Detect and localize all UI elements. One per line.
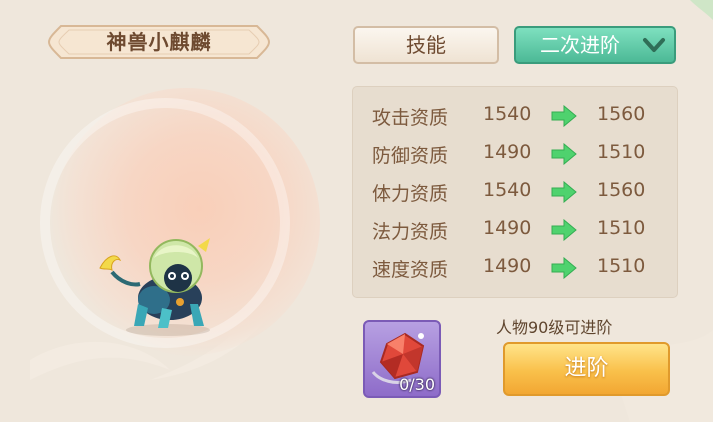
arrow-right-icon bbox=[551, 105, 577, 127]
stat-current-value: 1490 bbox=[483, 217, 532, 239]
stat-row-stamina: 体力资质 1540 1560 bbox=[353, 177, 679, 207]
arrow-right-icon bbox=[551, 143, 577, 165]
stat-label: 法力资质 bbox=[372, 221, 449, 243]
pet-qilin-figure bbox=[99, 238, 210, 336]
stat-next-value: 1510 bbox=[597, 217, 646, 239]
advance-stage-dropdown[interactable]: 二次进阶 bbox=[514, 26, 676, 64]
stats-comparison-table: 攻击资质 1540 1560 防御资质 1490 1510 体力资质 1540 … bbox=[352, 86, 678, 298]
advance-material-slot[interactable]: 0/30 bbox=[363, 320, 441, 398]
stat-row-magic: 法力资质 1490 1510 bbox=[353, 215, 679, 245]
advance-button[interactable]: 进阶 bbox=[503, 342, 670, 396]
pet-name-plate: 神兽小麒麟 bbox=[47, 24, 271, 60]
stat-current-value: 1540 bbox=[483, 103, 532, 125]
chevron-down-icon bbox=[643, 38, 665, 52]
skills-button[interactable]: 技能 bbox=[353, 26, 499, 64]
stat-row-speed: 速度资质 1490 1510 bbox=[353, 253, 679, 283]
stat-label: 速度资质 bbox=[372, 259, 449, 281]
advance-stage-label: 二次进阶 bbox=[540, 33, 620, 57]
stat-next-value: 1510 bbox=[597, 141, 646, 163]
stat-label: 攻击资质 bbox=[372, 107, 449, 129]
stat-label: 防御资质 bbox=[372, 145, 449, 167]
stat-next-value: 1560 bbox=[597, 103, 646, 125]
level-requirement-text: 人物90级可进阶 bbox=[496, 318, 613, 337]
stat-label: 体力资质 bbox=[372, 183, 449, 205]
arrow-right-icon bbox=[551, 219, 577, 241]
pet-advance-panel: 神兽小麒麟 技能 二次进阶 攻击资质 1540 1560 防御资质 1490 1… bbox=[0, 0, 713, 422]
stat-next-value: 1510 bbox=[597, 255, 646, 277]
arrow-right-icon bbox=[551, 181, 577, 203]
arrow-right-icon bbox=[551, 257, 577, 279]
pet-name: 神兽小麒麟 bbox=[106, 30, 212, 54]
stat-current-value: 1490 bbox=[483, 255, 532, 277]
stat-current-value: 1490 bbox=[483, 141, 532, 163]
stat-row-defense: 防御资质 1490 1510 bbox=[353, 139, 679, 169]
stat-current-value: 1540 bbox=[483, 179, 532, 201]
stat-row-attack: 攻击资质 1540 1560 bbox=[353, 101, 679, 131]
material-count: 0/30 bbox=[399, 375, 435, 394]
stat-next-value: 1560 bbox=[597, 179, 646, 201]
